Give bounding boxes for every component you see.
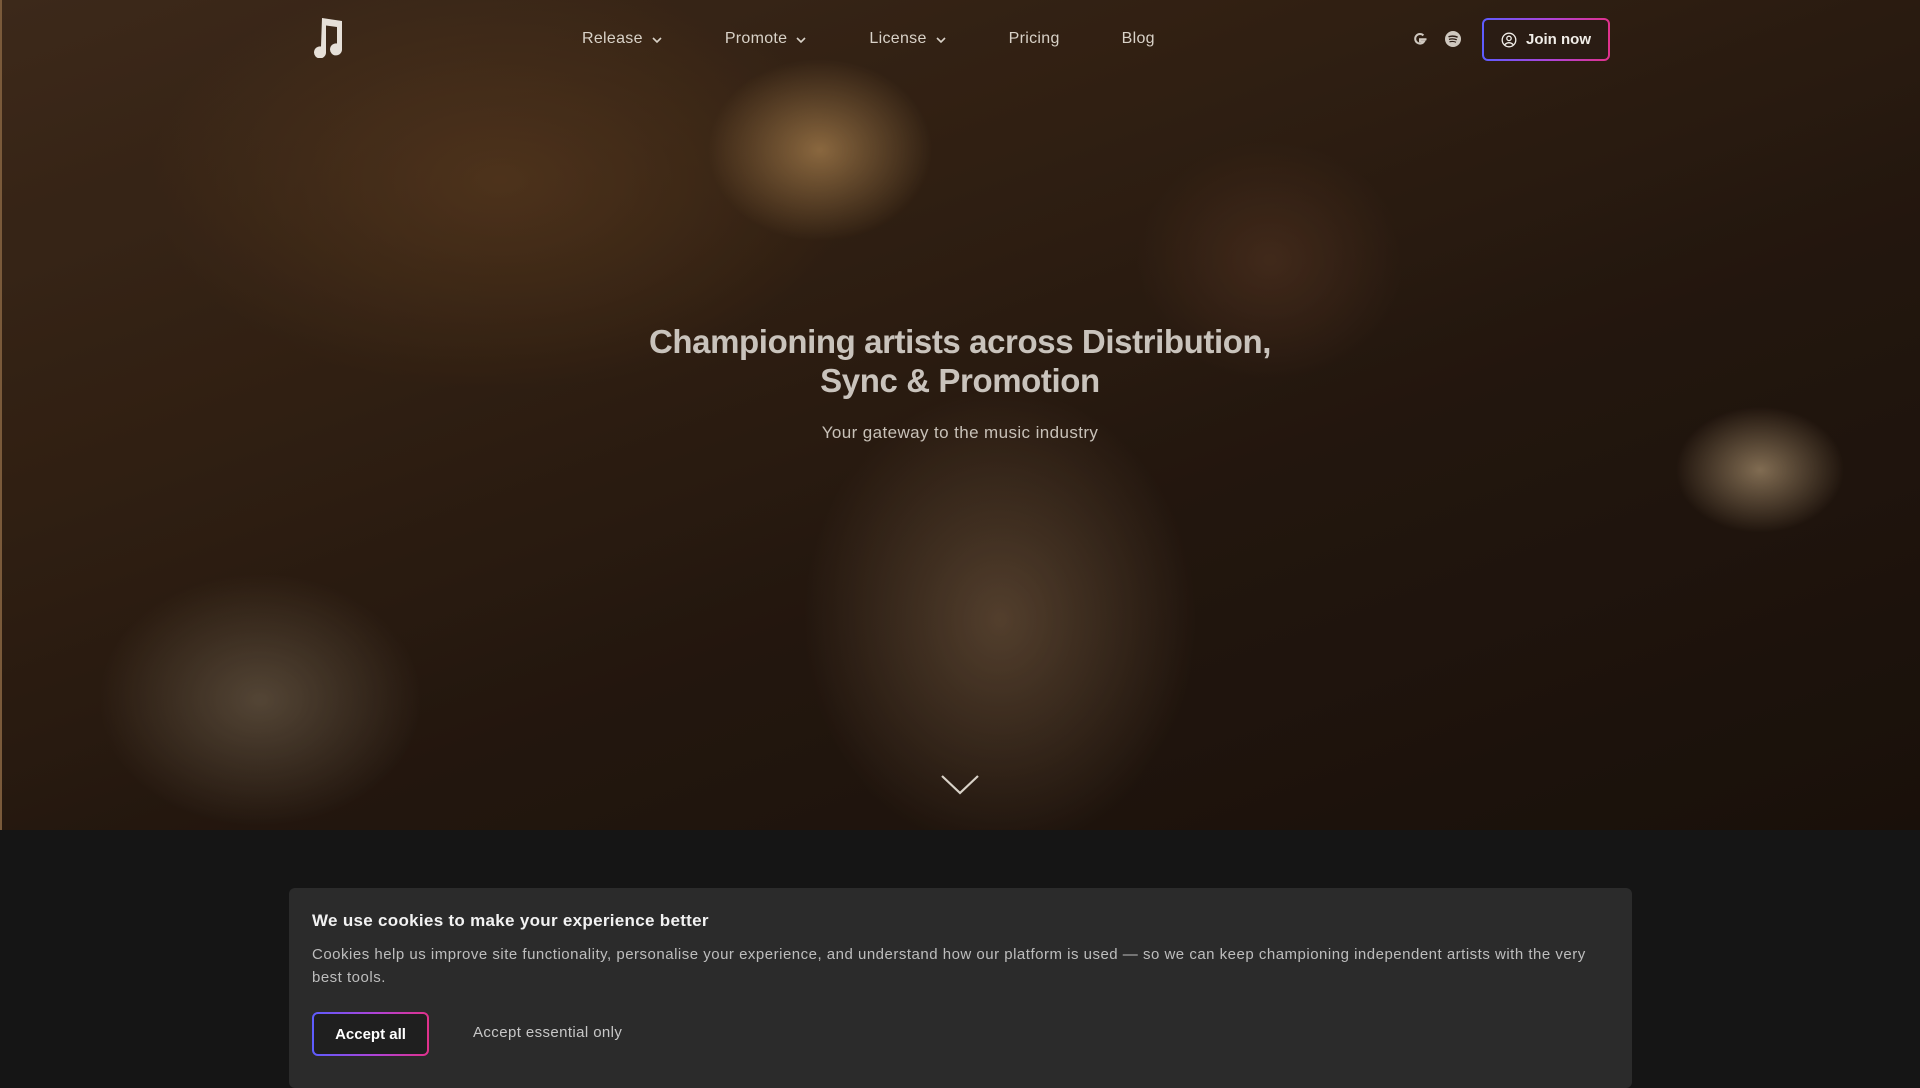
nav-links: Release Promote License Pricing Blog: [582, 26, 1155, 52]
join-now-button-inner: Join now: [1484, 20, 1608, 59]
cookie-banner: We use cookies to make your experience b…: [289, 888, 1632, 1088]
spotify-icon[interactable]: [1444, 30, 1462, 48]
hero-headline-line2: Sync & Promotion: [820, 362, 1100, 399]
nav-item-license[interactable]: License: [869, 30, 946, 48]
accept-essential-button[interactable]: Accept essential only: [473, 1024, 622, 1041]
nav-item-label: Pricing: [1008, 30, 1060, 47]
hero-edge: [0, 0, 2, 830]
nav-item-blog[interactable]: Blog: [1122, 30, 1155, 48]
user-circle-icon: [1501, 32, 1517, 47]
join-now-label: Join now: [1526, 31, 1591, 48]
cookie-banner-title: We use cookies to make your experience b…: [312, 911, 709, 930]
accept-all-button[interactable]: Accept all: [312, 1012, 429, 1056]
nav-item-release[interactable]: Release: [582, 30, 663, 48]
nav-item-promote[interactable]: Promote: [725, 30, 808, 48]
hero-headline-line1: Championing artists across Distribution,: [648, 323, 1272, 360]
scroll-down-chevron-icon[interactable]: [940, 773, 980, 797]
nav-item-label: License: [869, 30, 927, 47]
chevron-down-icon: [651, 33, 663, 45]
accept-all-label: Accept all: [314, 1014, 427, 1054]
chevron-down-icon: [935, 33, 947, 45]
nav-item-label: Promote: [724, 30, 788, 47]
hero-headline: Championing artists across Distribution,…: [560, 322, 1360, 400]
music-note-logo-icon[interactable]: [312, 16, 346, 59]
hero-section: Release Promote License Pricing Blog Joi…: [0, 0, 1920, 830]
top-navigation: Release Promote License Pricing Blog Joi…: [0, 0, 1920, 80]
nav-item-pricing[interactable]: Pricing: [1009, 30, 1060, 48]
join-now-button[interactable]: Join now: [1482, 18, 1610, 61]
cookie-banner-text: Cookies help us improve site functionali…: [312, 946, 1586, 986]
google-icon[interactable]: [1411, 30, 1429, 48]
hero-image-overlay: [0, 0, 1920, 830]
hero-subheadline: Your gateway to the music industry: [821, 423, 1099, 442]
nav-item-label: Release: [582, 30, 643, 47]
nav-item-label: Blog: [1121, 30, 1155, 47]
chevron-down-icon: [795, 33, 807, 45]
